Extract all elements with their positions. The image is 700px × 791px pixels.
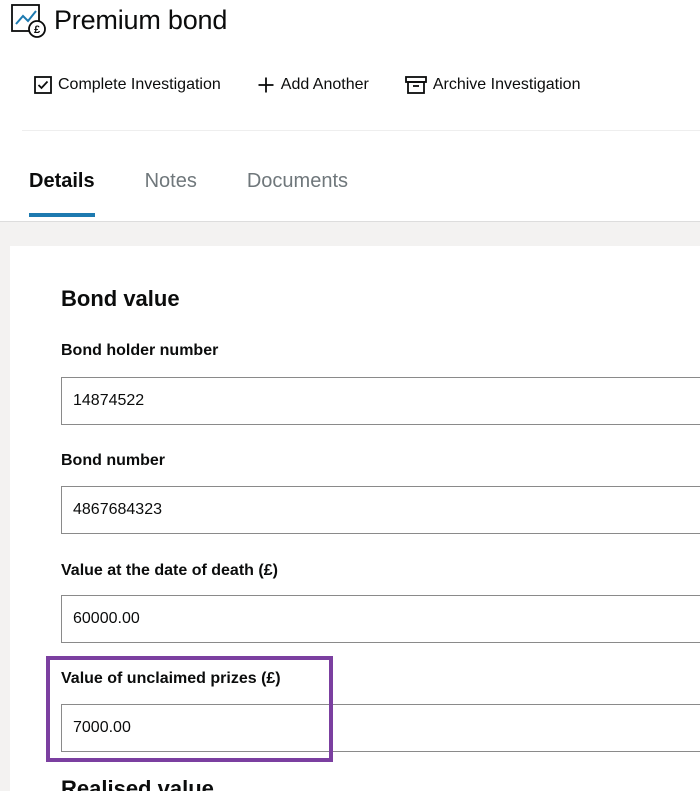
bond-holder-number-label: Bond holder number: [61, 342, 219, 359]
tab-bar: Details Notes Documents: [29, 170, 398, 217]
page-title: Premium bond: [54, 5, 228, 35]
section-title: Bond value: [61, 286, 180, 311]
complete-investigation-button[interactable]: Complete Investigation: [34, 76, 221, 94]
tab-notes[interactable]: Notes: [145, 170, 197, 207]
unclaimed-prizes-label: Value of unclaimed prizes (£): [61, 670, 281, 687]
archive-investigation-label: Archive Investigation: [432, 76, 581, 93]
bond-number-label: Bond number: [61, 452, 165, 469]
checkbox-icon: [34, 76, 52, 94]
tab-documents[interactable]: Documents: [247, 170, 348, 207]
complete-investigation-label: Complete Investigation: [58, 76, 221, 93]
page: £ Premium bond Complete Investigation Ad…: [0, 0, 700, 791]
svg-text:£: £: [34, 24, 40, 36]
unclaimed-prizes-input[interactable]: [61, 704, 700, 752]
value-at-death-label: Value at the date of death (£): [61, 562, 278, 579]
action-bar: Complete Investigation Add Another Archi…: [34, 76, 580, 94]
bond-number-input[interactable]: [61, 486, 700, 534]
plus-icon: [258, 77, 274, 93]
archive-investigation-button[interactable]: Archive Investigation: [404, 76, 581, 94]
chart-pound-icon: £: [11, 4, 46, 38]
bond-holder-number-input[interactable]: [61, 377, 700, 425]
page-header: £ Premium bond: [10, 2, 227, 38]
tab-details[interactable]: Details: [29, 170, 95, 217]
add-another-button[interactable]: Add Another: [257, 76, 369, 94]
next-section-title: Realised value: [61, 776, 214, 791]
value-at-death-input[interactable]: [61, 595, 700, 643]
archive-icon: [404, 76, 427, 94]
add-another-label: Add Another: [280, 76, 369, 93]
divider: [22, 130, 700, 131]
